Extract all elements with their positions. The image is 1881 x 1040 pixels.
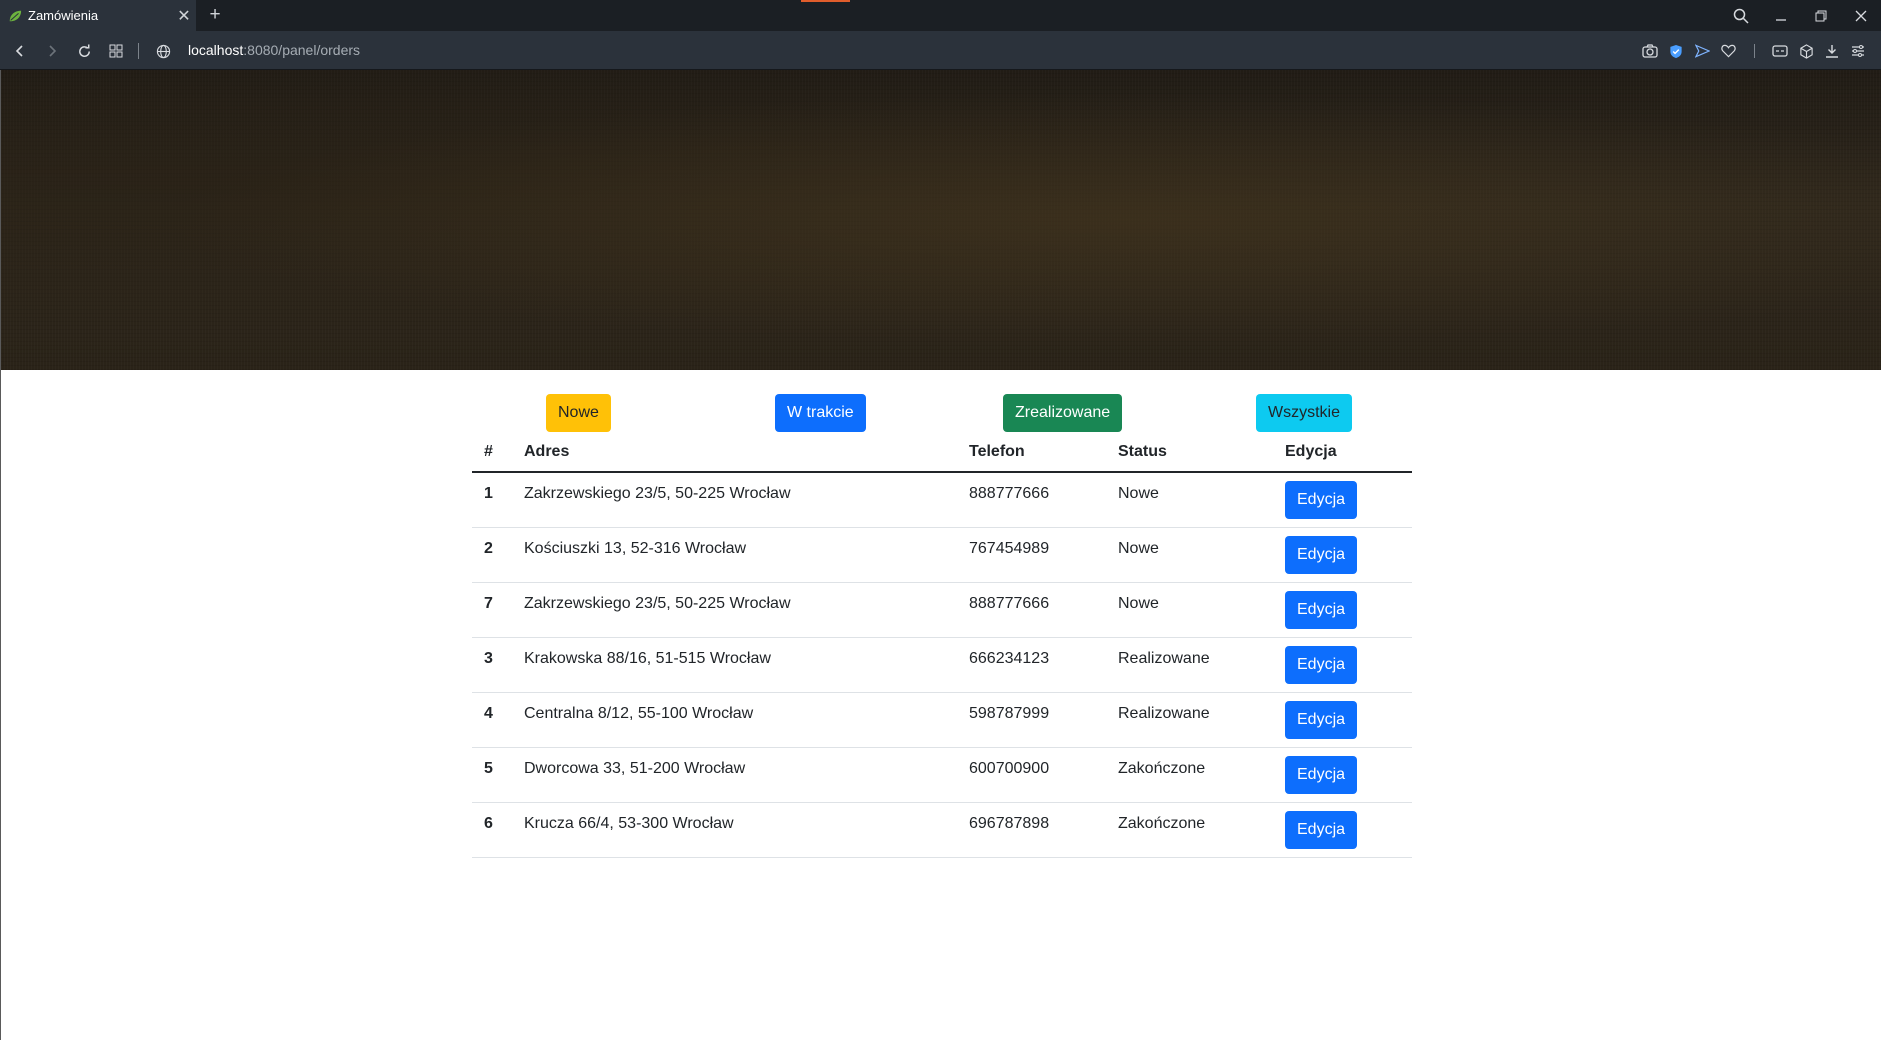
table-row: 2 Kościuszki 13, 52-316 Wrocław 76745498…: [472, 527, 1412, 583]
order-status: Nowe: [1106, 582, 1273, 638]
download-icon[interactable]: [1819, 39, 1845, 63]
column-header-status: Status: [1106, 432, 1273, 473]
close-tab-icon[interactable]: ✕: [172, 6, 196, 26]
table-row: 6 Krucza 66/4, 53-300 Wrocław 696787898 …: [472, 802, 1412, 858]
order-action-cell: Edycja: [1273, 472, 1412, 528]
order-phone: 767454989: [957, 527, 1106, 583]
order-address: Dworcowa 33, 51-200 Wrocław: [512, 747, 957, 803]
order-action-cell: Edycja: [1273, 747, 1412, 803]
order-status: Realizowane: [1106, 692, 1273, 748]
address-bar: localhost:8080/panel/orders: [0, 31, 1881, 70]
order-phone: 888777666: [957, 472, 1106, 528]
browser-tab[interactable]: Zamówienia ✕: [0, 0, 196, 31]
order-phone: 696787898: [957, 802, 1106, 858]
table-row: 1 Zakrzewskiego 23/5, 50-225 Wrocław 888…: [472, 472, 1412, 528]
heart-icon[interactable]: [1715, 39, 1741, 63]
tab-accent: [801, 0, 850, 2]
column-header-phone: Telefon: [957, 432, 1106, 473]
order-action-cell: Edycja: [1273, 637, 1412, 693]
minimize-icon[interactable]: [1761, 0, 1801, 31]
order-phone: 600700900: [957, 747, 1106, 803]
close-window-icon[interactable]: [1841, 0, 1881, 31]
url-host: localhost: [188, 42, 244, 58]
order-id: 3: [472, 637, 512, 693]
column-header-address: Adres: [512, 432, 957, 473]
edit-order-button[interactable]: Edycja: [1285, 810, 1358, 849]
column-header-number: #: [472, 432, 512, 473]
status-filter-bar: Nowe W trakcie Zrealizowane Wszystkie: [1, 394, 1881, 432]
order-status: Zakończone: [1106, 747, 1273, 803]
order-address: Kościuszki 13, 52-316 Wrocław: [512, 527, 957, 583]
order-status: Nowe: [1106, 527, 1273, 583]
edit-order-button[interactable]: Edycja: [1285, 481, 1358, 519]
edit-order-button[interactable]: Edycja: [1285, 590, 1358, 629]
shield-icon[interactable]: [1663, 39, 1689, 63]
search-tabs-icon[interactable]: [1721, 0, 1761, 31]
order-status: Zakończone: [1106, 802, 1273, 858]
order-phone: 666234123: [957, 637, 1106, 693]
order-id: 1: [472, 472, 512, 528]
order-id: 6: [472, 802, 512, 858]
edit-order-button[interactable]: Edycja: [1285, 535, 1358, 574]
filter-in-progress-button[interactable]: W trakcie: [775, 394, 866, 432]
filter-completed-button[interactable]: Zrealizowane: [1003, 394, 1123, 432]
cube-icon[interactable]: [1793, 39, 1819, 63]
spring-leaf-icon: [9, 10, 22, 21]
tab-bar: Zamówienia ✕ +: [0, 0, 1881, 31]
filter-new-button[interactable]: Nowe: [546, 394, 611, 432]
easy-setup-menu-icon[interactable]: [1845, 39, 1871, 63]
filter-all-button[interactable]: Wszystkie: [1256, 394, 1352, 432]
extensions-icon[interactable]: [1767, 39, 1793, 63]
order-phone: 888777666: [957, 582, 1106, 638]
new-tab-button[interactable]: +: [204, 4, 226, 26]
order-action-cell: Edycja: [1273, 527, 1412, 583]
toolbar-right: [1637, 39, 1871, 63]
order-id: 4: [472, 692, 512, 748]
order-status: Nowe: [1106, 472, 1273, 528]
orders-table: # Adres Telefon Status Edycja 1 Zakrzews…: [472, 432, 1412, 858]
edit-order-button[interactable]: Edycja: [1285, 755, 1358, 794]
table-row: 5 Dworcowa 33, 51-200 Wrocław 600700900 …: [472, 747, 1412, 803]
order-id: 7: [472, 582, 512, 638]
snapshot-camera-icon[interactable]: [1637, 39, 1663, 63]
speed-dial-icon[interactable]: [104, 39, 128, 63]
order-action-cell: Edycja: [1273, 802, 1412, 858]
edit-order-button[interactable]: Edycja: [1285, 700, 1358, 739]
toolbar-divider-2: [1741, 39, 1767, 63]
tab-title: Zamówienia: [28, 8, 99, 23]
table-row: 4 Centralna 8/12, 55-100 Wrocław 5987879…: [472, 692, 1412, 748]
toolbar-divider: [138, 43, 139, 59]
order-address: Zakrzewskiego 23/5, 50-225 Wrocław: [512, 472, 957, 528]
hero-banner-image: [1, 70, 1881, 370]
column-header-edit: Edycja: [1273, 432, 1412, 473]
url-path: :8080/panel/orders: [243, 42, 361, 58]
order-phone: 598787999: [957, 692, 1106, 748]
url-field[interactable]: localhost:8080/panel/orders: [188, 42, 360, 58]
forward-icon[interactable]: [40, 39, 64, 63]
order-action-cell: Edycja: [1273, 582, 1412, 638]
reload-icon[interactable]: [72, 39, 96, 63]
order-status: Realizowane: [1106, 637, 1273, 693]
restore-icon[interactable]: [1801, 0, 1841, 31]
edit-order-button[interactable]: Edycja: [1285, 645, 1358, 684]
table-header-row: # Adres Telefon Status Edycja: [472, 432, 1412, 473]
order-address: Centralna 8/12, 55-100 Wrocław: [512, 692, 957, 748]
order-action-cell: Edycja: [1273, 692, 1412, 748]
order-address: Krakowska 88/16, 51-515 Wrocław: [512, 637, 957, 693]
table-row: 7 Zakrzewskiego 23/5, 50-225 Wrocław 888…: [472, 582, 1412, 638]
send-icon[interactable]: [1689, 39, 1715, 63]
page-content: Nowe W trakcie Zrealizowane Wszystkie # …: [0, 70, 1881, 1040]
order-address: Zakrzewskiego 23/5, 50-225 Wrocław: [512, 582, 957, 638]
table-row: 3 Krakowska 88/16, 51-515 Wrocław 666234…: [472, 637, 1412, 693]
order-id: 5: [472, 747, 512, 803]
window-controls: [1721, 0, 1881, 31]
order-id: 2: [472, 527, 512, 583]
back-icon[interactable]: [8, 39, 32, 63]
order-address: Krucza 66/4, 53-300 Wrocław: [512, 802, 957, 858]
site-info-globe-icon[interactable]: [151, 39, 175, 63]
